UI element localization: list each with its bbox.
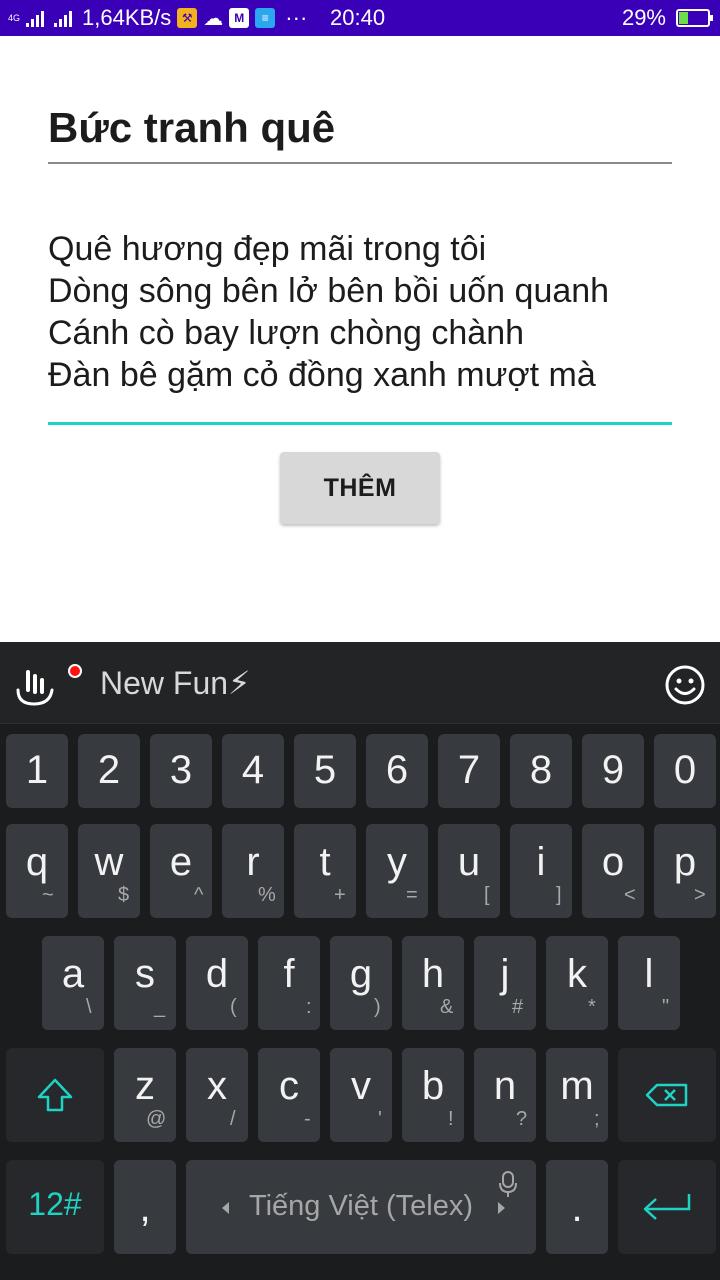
key-m[interactable]: m; <box>546 1048 608 1142</box>
caret-right-icon <box>498 1202 505 1214</box>
key-v[interactable]: v ' <box>330 1048 392 1142</box>
title-input[interactable]: Bức tranh quê <box>48 104 335 152</box>
key-d[interactable]: d( <box>186 936 248 1030</box>
backspace-key[interactable] <box>618 1048 716 1142</box>
key-p[interactable]: p > <box>654 824 716 918</box>
key-o[interactable]: o < <box>582 824 644 918</box>
key-x[interactable]: x / <box>186 1048 248 1142</box>
key-5[interactable]: 5 <box>294 734 356 808</box>
keyboard-toolbar: New Fun⚡ <box>0 642 720 724</box>
key-f[interactable]: f: <box>258 936 320 1030</box>
tools-notification-icon: ⚒ <box>177 8 198 28</box>
key-j[interactable]: j # <box>474 936 536 1030</box>
language-label: Tiếng Việt (Telex) <box>248 1190 474 1222</box>
key-l[interactable]: l " <box>618 936 680 1030</box>
key-q[interactable]: q ~ <box>6 824 68 918</box>
battery-level <box>679 12 688 24</box>
key-t[interactable]: t + <box>294 824 356 918</box>
microphone-icon[interactable] <box>498 1170 518 1198</box>
mail-icon: M <box>229 8 250 28</box>
key-1[interactable]: 1 <box>6 734 68 808</box>
key-2[interactable]: 2 <box>78 734 140 808</box>
enter-key[interactable] <box>618 1160 716 1254</box>
network-speed: 1,64KB/s <box>82 5 172 30</box>
signal-strength-2-icon <box>54 9 73 27</box>
key-6[interactable]: 6 <box>366 734 428 808</box>
keyboard-theme-name[interactable]: New Fun⚡ <box>100 664 251 702</box>
battery-percent: 29% <box>621 5 666 30</box>
key-g[interactable]: g) <box>330 936 392 1030</box>
key-b[interactable]: b! <box>402 1048 464 1142</box>
key-y[interactable]: y = <box>366 824 428 918</box>
poem-input[interactable]: Quê hương đẹp mãi trong tôi Dòng sông bê… <box>48 228 688 396</box>
status-right: 29% <box>621 0 713 36</box>
key-c[interactable]: c- <box>258 1048 320 1142</box>
status-bar: 4G 1,64KB/s ⚒ ☁ M ≡ ··· 20:40 29% <box>0 0 720 36</box>
key-z[interactable]: z @ <box>114 1048 176 1142</box>
key-u[interactable]: u[ <box>438 824 500 918</box>
touchpal-hand-logo-icon[interactable] <box>14 664 56 706</box>
more-notifications-icon: ··· <box>285 5 308 30</box>
message-icon: ≡ <box>255 8 276 28</box>
poem-line: Đàn bê gặm cỏ đồng xanh mượt mà <box>48 356 596 394</box>
status-left: 4G 1,64KB/s ⚒ ☁ M ≡ ··· <box>8 0 307 36</box>
key-h[interactable]: h & <box>402 936 464 1030</box>
battery-icon <box>676 9 713 27</box>
keyboard: New Fun⚡ 1 2 3 4 5 6 7 8 9 0 q~ w$ e^ <box>0 642 720 1280</box>
network-type: 4G <box>8 12 21 23</box>
poem-line: Cánh cò bay lượn chòng chành <box>48 314 525 352</box>
shift-key[interactable] <box>6 1048 104 1142</box>
notification-dot <box>68 664 82 678</box>
key-a[interactable]: a \ <box>42 936 104 1030</box>
signal-strength-icon <box>26 9 45 27</box>
key-4[interactable]: 4 <box>222 734 284 808</box>
emoji-icon[interactable] <box>664 664 706 706</box>
enter-arrow-icon <box>618 1160 716 1254</box>
key-3[interactable]: 3 <box>150 734 212 808</box>
backspace-icon <box>618 1048 716 1142</box>
clock: 20:40 <box>330 5 386 30</box>
key-k[interactable]: k * <box>546 936 608 1030</box>
key-8[interactable]: 8 <box>510 734 572 808</box>
screen: 4G 1,64KB/s ⚒ ☁ M ≡ ··· 20:40 29% Bức tr… <box>0 0 720 1280</box>
key-0[interactable]: 0 <box>654 734 716 808</box>
poem-line: Dòng sông bên lở bên bồi uốn quanh <box>48 272 610 310</box>
cloud-icon: ☁ <box>203 7 224 30</box>
key-i[interactable]: i] <box>510 824 572 918</box>
comma-key[interactable]: , <box>114 1160 176 1254</box>
poem-line: Quê hương đẹp mãi trong tôi <box>48 230 487 268</box>
key-r[interactable]: r% <box>222 824 284 918</box>
key-e[interactable]: e ^ <box>150 824 212 918</box>
symbols-key[interactable]: 12# <box>6 1160 104 1254</box>
period-key[interactable]: . <box>546 1160 608 1254</box>
key-s[interactable]: s _ <box>114 936 176 1030</box>
add-button[interactable]: THÊM <box>280 452 440 524</box>
key-9[interactable]: 9 <box>582 734 644 808</box>
key-7[interactable]: 7 <box>438 734 500 808</box>
shift-arrow-icon <box>6 1048 104 1142</box>
poem-underline-focused <box>48 422 672 425</box>
space-key[interactable]: Tiếng Việt (Telex) <box>186 1160 536 1254</box>
title-underline <box>48 162 672 164</box>
key-w[interactable]: w $ <box>78 824 140 918</box>
key-n[interactable]: n? <box>474 1048 536 1142</box>
